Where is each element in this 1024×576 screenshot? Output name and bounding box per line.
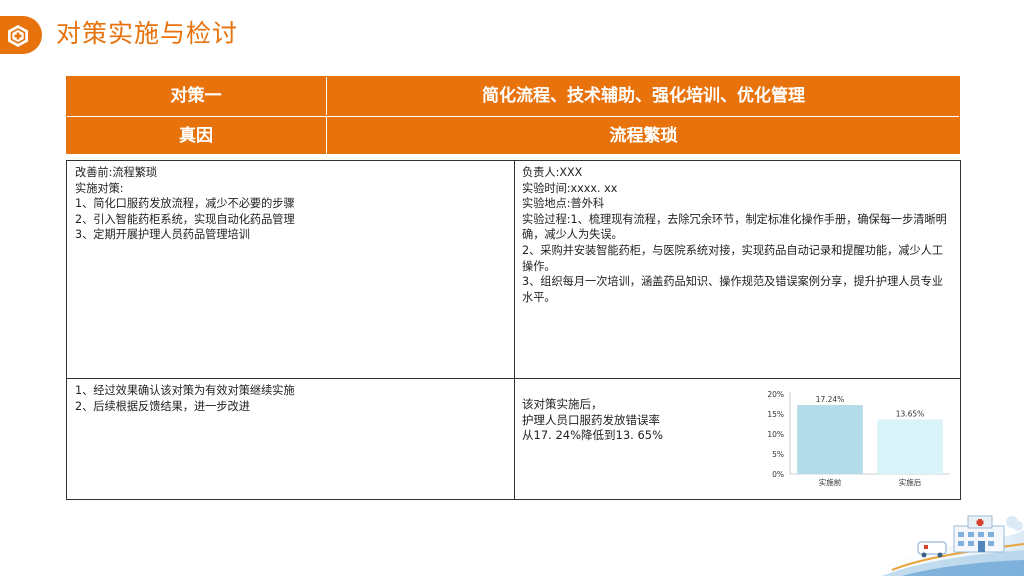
before-line: 实施对策: xyxy=(75,181,124,195)
implementation-line: 负责人:XXX xyxy=(522,166,583,179)
implementation-line: 2、采购并安装智能药柜，与医院系统对接，实现药品自动记录和提醒功能，减少人工操作… xyxy=(522,243,944,273)
follow-up-line: 2、后续根据反馈结果，进一步改进 xyxy=(75,399,250,413)
follow-up-panel: 1、经过效果确认该对策为有效对策继续实施 2、后续根据反馈结果，进一步改进 xyxy=(75,383,505,414)
bar-data-label: 13.65% xyxy=(896,409,925,418)
y-tick-label: 5% xyxy=(772,450,784,459)
implementation-line: 实验时间:xxxx. xx xyxy=(522,181,618,195)
result-line: 护理人员口服药发放错误率 xyxy=(522,412,660,427)
implementation-panel: 负责人:XXX 实验时间:xxxx. xx 实验地点:普外科 实验过程:1、梳理… xyxy=(522,165,952,305)
y-tick-label: 15% xyxy=(767,410,784,419)
result-line: 从17. 24%降低到13. 65% xyxy=(522,428,664,443)
hexagon-medical-icon xyxy=(8,25,28,47)
y-tick-label: 20% xyxy=(767,390,784,399)
grid-divider-horizontal xyxy=(67,378,960,379)
follow-up-line: 1、经过效果确认该对策为有效对策继续实施 xyxy=(75,384,295,397)
result-panel: 该对策实施后， 护理人员口服药发放错误率 从17. 24%降低到13. 65% xyxy=(522,397,742,444)
implementation-line: 实验过程:1、梳理现有流程，去除冗余环节，制定标准化操作手册，确保每一步清晰明确… xyxy=(522,212,947,242)
header-row-countermeasure: 对策一 简化流程、技术辅助、强化培训、优化管理 xyxy=(67,77,959,115)
result-line: 该对策实施后， xyxy=(522,397,603,411)
x-category-label: 实施后 xyxy=(899,477,922,487)
implementation-line: 实验地点:普外科 xyxy=(522,197,605,211)
chart-bar xyxy=(797,405,863,474)
root-cause-value: 流程繁琐 xyxy=(326,117,960,155)
error-rate-bar-chart: 0% 5% 10% 15% 20% 17.24% 实施前 13.65% 实施后 xyxy=(767,390,950,487)
bar-data-label: 17.24% xyxy=(816,395,845,404)
implementation-line: 3、组织每月一次培训，涵盖药品知识、操作规范及错误案例分享，提升护理人员专业水平… xyxy=(522,275,944,304)
before-line: 2、引入智能药柜系统，实现自动化药品管理 xyxy=(75,212,295,226)
before-line: 1、简化口服药发放流程，减少不必要的步骤 xyxy=(75,197,295,211)
chart-bar xyxy=(877,419,943,474)
root-cause-label: 真因 xyxy=(179,126,213,146)
header-row-root-cause: 真因 流程繁琐 xyxy=(67,116,959,155)
before-line: 3、定期开展护理人员药品管理培训 xyxy=(75,228,250,242)
hospital-illustration-icon xyxy=(862,515,1024,576)
y-tick-label: 0% xyxy=(772,470,784,479)
page-title: 对策实施与检讨 xyxy=(56,19,239,48)
before-line: 改善前:流程繁琐 xyxy=(75,166,158,179)
before-improvement-panel: 改善前:流程繁琐 实施对策: 1、简化口服药发放流程，减少不必要的步骤 2、引入… xyxy=(75,165,505,243)
x-category-label: 实施前 xyxy=(819,477,842,487)
countermeasure-label: 对策一 xyxy=(170,86,222,106)
y-tick-label: 10% xyxy=(767,430,784,439)
countermeasure-value: 简化流程、技术辅助、强化培训、优化管理 xyxy=(326,77,960,115)
grid-divider-vertical xyxy=(514,161,515,499)
countermeasure-header-table: 对策一 简化流程、技术辅助、强化培训、优化管理 真因 流程繁琐 xyxy=(66,76,960,155)
